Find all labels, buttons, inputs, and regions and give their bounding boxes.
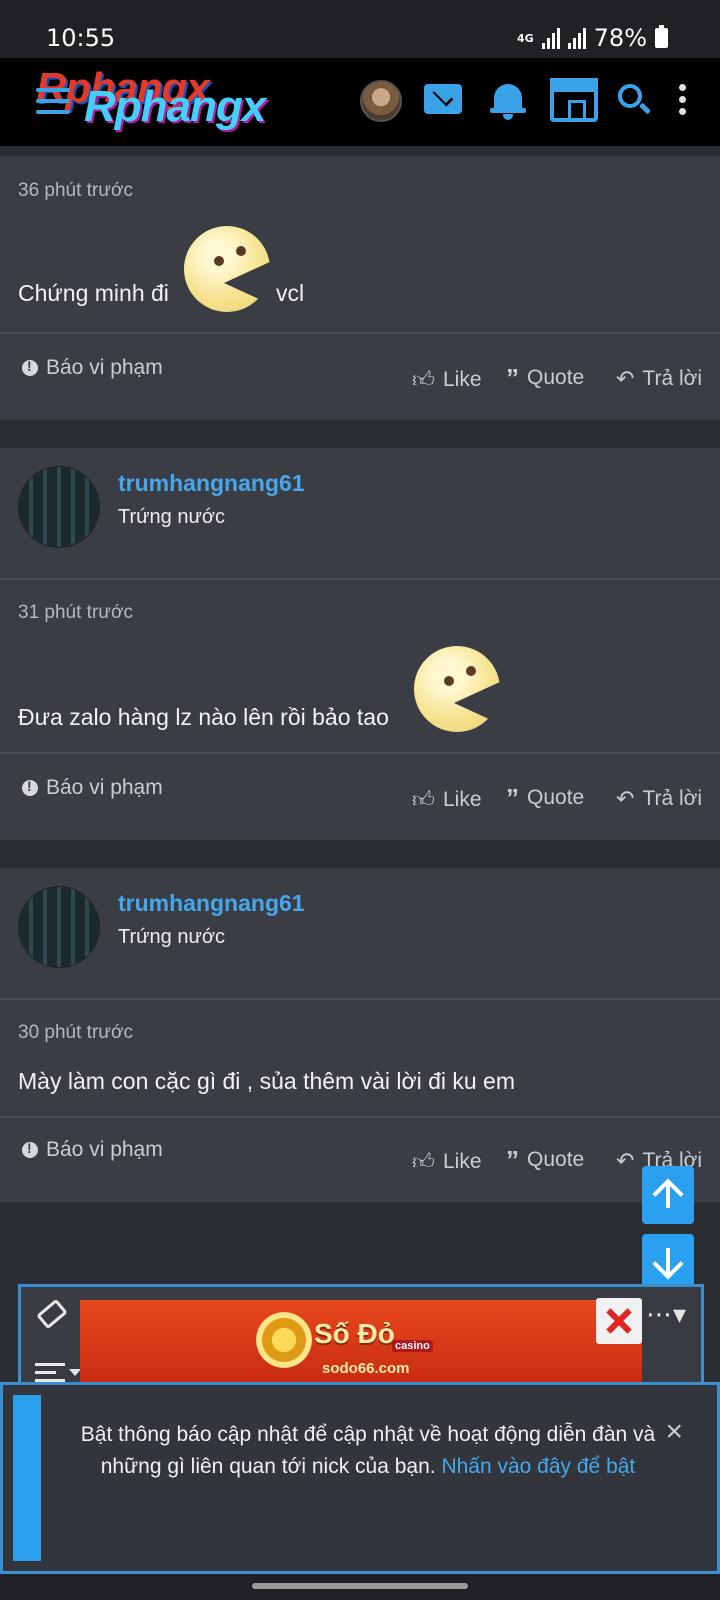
quote-icon: ” <box>506 783 519 813</box>
report-button[interactable]: Báo vi phạm <box>22 1138 163 1162</box>
reply-button[interactable]: ↶ Trả lời <box>616 366 702 392</box>
warning-icon <box>22 358 38 376</box>
mail-icon[interactable] <box>424 84 462 114</box>
post-text: Chứng minh đi <box>18 280 169 306</box>
push-notification-prompt: Bật thông báo cập nhật để cập nhật về ho… <box>0 1382 720 1574</box>
report-button[interactable]: Báo vi phạm <box>22 356 163 380</box>
username-link[interactable]: trumhangnang61 <box>118 470 305 497</box>
store-icon[interactable] <box>550 78 598 122</box>
reply-icon: ↶ <box>616 1148 635 1173</box>
quote-icon: ” <box>506 1145 519 1175</box>
signal-icon <box>541 27 560 49</box>
post-actions: Báo vi phạm 👍︎Like ”Quote ↶Trả lời <box>0 756 720 840</box>
warning-icon <box>22 778 38 796</box>
ad-logo: Số Đỏ casino sodo66.com <box>256 1310 456 1380</box>
post-card-1: 36 phút trước Chứng minh đi vcl Báo vi p… <box>0 156 720 420</box>
network-type: 4G <box>516 31 534 45</box>
username-link[interactable]: trumhangnang61 <box>118 890 305 917</box>
logo-text-front: Rphangx <box>84 82 266 131</box>
report-button[interactable]: Báo vi phạm <box>22 776 163 800</box>
ad-logo-icon <box>256 1312 312 1368</box>
reply-button[interactable]: ↶ Trả lời <box>616 786 702 812</box>
like-button[interactable]: 👍︎ Like <box>412 366 482 393</box>
post-time: 31 phút trước <box>18 602 133 623</box>
search-icon[interactable] <box>618 84 652 118</box>
post-text: Đưa zalo hàng lz nào lên rồi bảo tao <box>18 704 389 730</box>
post-text: Mày làm con cặc gì đi , sủa thêm vài lời… <box>18 1068 515 1094</box>
post-time: 36 phút trước <box>18 180 133 201</box>
pacman-emoji-icon <box>184 226 272 312</box>
ad-url: sodo66.com <box>322 1360 410 1377</box>
more-horizontal-icon[interactable]: ⋯▾ <box>646 1299 687 1330</box>
ad-brand: Số Đỏ <box>314 1318 395 1349</box>
status-indicators: 4G 78% <box>517 24 668 52</box>
arrow-down-icon <box>652 1248 684 1280</box>
notification-accent-bar <box>13 1395 41 1561</box>
notification-text: Bật thông báo cập nhật để cập nhật về ho… <box>80 1423 656 1478</box>
user-title: Trứng nước <box>118 926 225 948</box>
close-ad-icon[interactable] <box>596 1298 642 1344</box>
arrow-up-icon <box>652 1178 684 1210</box>
post-actions: Báo vi phạm 👍︎Like ”Quote ↶Trả lời <box>0 336 720 420</box>
avatar[interactable] <box>18 466 100 548</box>
thumbs-up-icon: 👍︎ <box>412 367 435 392</box>
pacman-emoji-icon <box>414 646 502 732</box>
divider <box>0 332 720 334</box>
status-time: 10:55 <box>46 24 116 52</box>
user-avatar[interactable] <box>360 80 402 122</box>
battery-percent: 78% <box>593 24 647 52</box>
divider <box>0 752 720 754</box>
thumbs-up-icon: 👍︎ <box>412 787 435 812</box>
quote-button[interactable]: ” Quote <box>506 783 584 813</box>
warning-icon <box>22 1140 38 1158</box>
bell-icon[interactable] <box>490 80 526 120</box>
post-card-2: 31 phút trước Đưa zalo hàng lz nào lên r… <box>0 580 720 840</box>
reply-icon: ↶ <box>616 366 635 391</box>
site-logo[interactable]: Rphangx Rphangx <box>36 64 326 134</box>
quote-button[interactable]: ” Quote <box>506 363 584 393</box>
app-header: Rphangx Rphangx <box>0 58 720 146</box>
user-title: Trứng nước <box>118 506 225 528</box>
quote-icon: ” <box>506 363 519 393</box>
scroll-top-button[interactable] <box>642 1166 694 1224</box>
avatar[interactable] <box>18 886 100 968</box>
battery-icon <box>655 25 668 48</box>
signal-icon-2 <box>567 27 586 49</box>
post-actions: Báo vi phạm 👍︎Like ”Quote ↶Trả lời <box>0 1118 720 1202</box>
post-header-3: trumhangnang61 Trứng nước <box>0 868 720 998</box>
close-icon[interactable]: × <box>665 1415 683 1449</box>
post-text-suffix: vcl <box>276 280 305 306</box>
enable-notifications-link[interactable]: Nhấn vào đây để bật <box>441 1455 635 1478</box>
reply-icon: ↶ <box>616 786 635 811</box>
home-indicator[interactable] <box>252 1583 468 1589</box>
thumbs-up-icon: 👍︎ <box>412 1149 435 1174</box>
ad-banner[interactable]: Số Đỏ casino sodo66.com <box>80 1300 642 1384</box>
post-time: 30 phút trước <box>18 1022 133 1043</box>
post-header-2: trumhangnang61 Trứng nước <box>0 448 720 578</box>
more-vertical-icon[interactable] <box>679 84 687 118</box>
status-bar: 10:55 4G 78% <box>0 0 720 58</box>
post-card-3: 30 phút trước Mày làm con cặc gì đi , sủ… <box>0 1000 720 1202</box>
menu-icon[interactable] <box>36 88 70 114</box>
like-button[interactable]: 👍︎ Like <box>412 1148 482 1175</box>
like-button[interactable]: 👍︎ Like <box>412 786 482 813</box>
eraser-icon[interactable] <box>36 1298 68 1330</box>
quote-button[interactable]: ” Quote <box>506 1145 584 1175</box>
ad-tag: casino <box>392 1340 433 1352</box>
